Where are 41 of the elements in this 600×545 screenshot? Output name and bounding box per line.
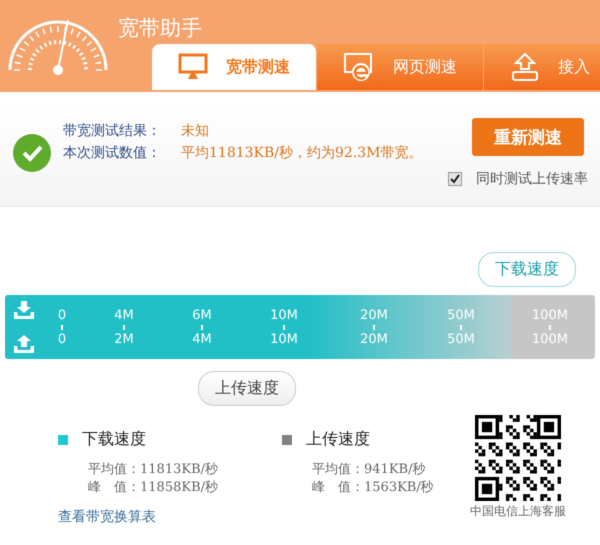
- scale-label: 10M: [270, 308, 298, 322]
- scale-label: 0: [58, 332, 66, 346]
- scale-label: 4M: [114, 308, 134, 322]
- result-value: 平均11813KB/秒，约为92.3M带宽。: [181, 144, 423, 162]
- checkbox[interactable]: [448, 172, 462, 186]
- legend-label: 上传速度: [306, 429, 370, 450]
- tab[interactable]: 网页测速: [317, 44, 484, 90]
- download-icon: [13, 300, 35, 320]
- legend-label: 下载速度: [82, 429, 146, 450]
- stat-text: 平均值：11813KB/秒: [88, 461, 218, 478]
- stat-text: 平均值：941KB/秒: [312, 461, 426, 478]
- result-value: 未知: [181, 122, 209, 140]
- result-label: 本次测试数值：: [63, 144, 162, 162]
- retest-button[interactable]: 重新测速: [472, 118, 584, 156]
- scale-label: 6M: [192, 308, 212, 322]
- scale-label: 20M: [360, 308, 388, 322]
- stat-text: 峰 值：11858KB/秒: [88, 479, 218, 496]
- upload-box-icon: [510, 52, 540, 82]
- scale-label: 20M: [360, 332, 388, 346]
- monitor-icon: [178, 53, 208, 81]
- tab[interactable]: 接入: [484, 44, 600, 90]
- scale-label: 100M: [532, 308, 568, 322]
- scale-label: 10M: [270, 332, 298, 346]
- qr-code-icon: [475, 415, 561, 501]
- scale-label: 50M: [447, 332, 475, 346]
- scale-label: 4M: [192, 332, 212, 346]
- download-speed-marker: 下载速度: [478, 252, 576, 287]
- upload-icon: [13, 334, 35, 354]
- scale-label: 100M: [532, 332, 568, 346]
- browser-e-icon: [343, 52, 375, 82]
- scale-label: 50M: [447, 308, 475, 322]
- scale-label: 0: [58, 308, 66, 322]
- scale-label: 2M: [114, 332, 134, 346]
- tab[interactable]: 宽带测速: [152, 44, 317, 90]
- checkbox-label: 同时测试上传速率: [476, 170, 588, 188]
- result-label: 带宽测试结果：: [63, 122, 162, 140]
- stat-text: 峰 值：1563KB/秒: [312, 479, 435, 496]
- upload-speed-marker: 上传速度: [198, 371, 296, 406]
- qr-caption: 中国电信上海客服: [470, 503, 566, 520]
- conversion-table-link[interactable]: 查看带宽换算表: [58, 508, 442, 526]
- app-title: 宽带助手: [118, 15, 202, 42]
